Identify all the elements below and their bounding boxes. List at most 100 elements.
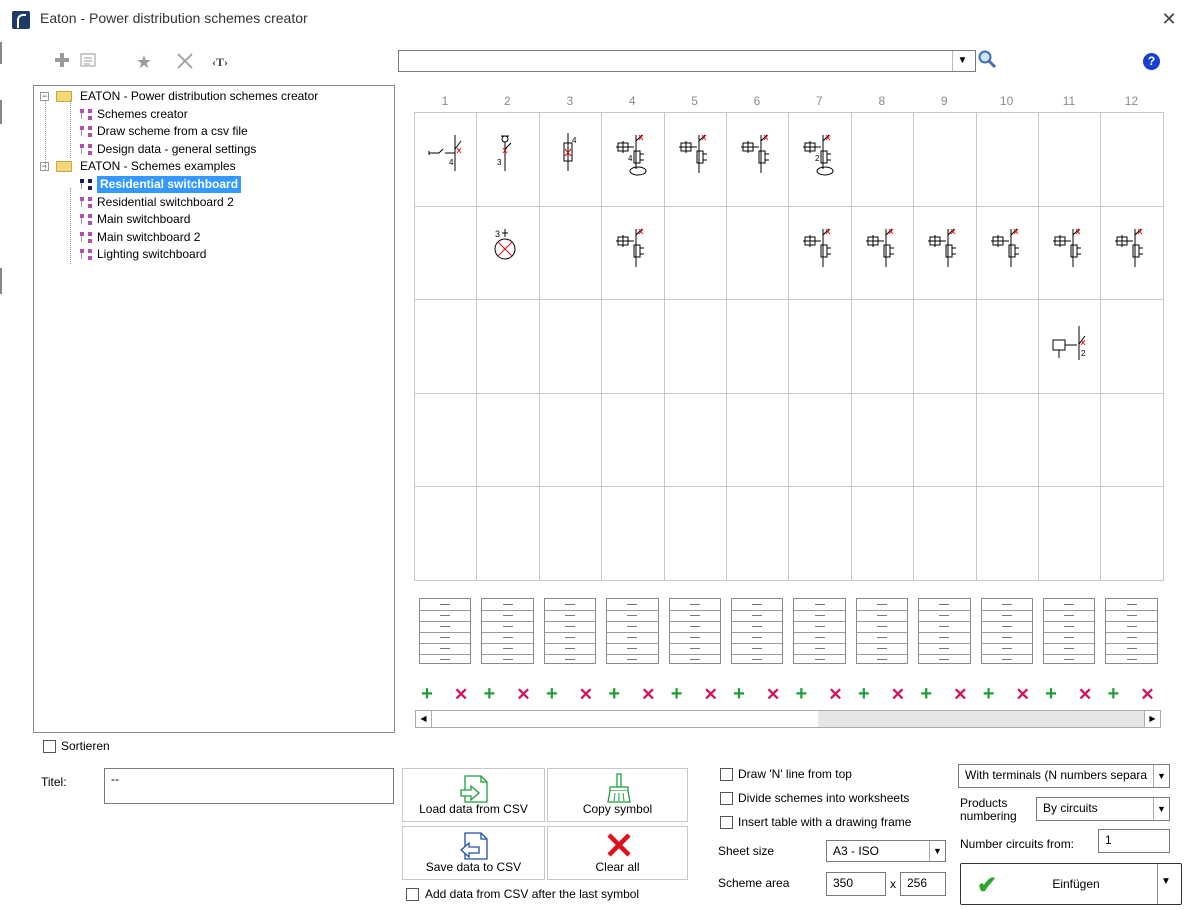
scheme-cell[interactable] (476, 486, 540, 581)
scheme-cell[interactable]: 4 (601, 112, 665, 207)
add-icon[interactable] (52, 53, 72, 71)
horizontal-scrollbar[interactable]: ◀ ▶ (415, 710, 1161, 728)
scheme-cell[interactable] (1038, 486, 1102, 581)
scheme-cell[interactable] (1100, 205, 1164, 300)
scheme-cell[interactable] (1100, 299, 1164, 394)
scheme-cell[interactable]: 2 (1038, 299, 1102, 394)
remove-column-icon[interactable]: ✕ (516, 686, 530, 703)
scheme-cell[interactable] (850, 299, 915, 394)
scheme-cell[interactable] (414, 299, 478, 394)
remove-column-icon[interactable]: ✕ (953, 686, 967, 703)
scheme-cell[interactable] (663, 112, 727, 207)
scheme-area-height-input[interactable]: 256 (900, 872, 946, 896)
slot-table[interactable] (1105, 598, 1158, 664)
add-column-icon[interactable]: + (732, 684, 746, 704)
add-column-icon[interactable]: + (420, 684, 434, 704)
scheme-cell[interactable] (663, 392, 727, 487)
scheme-cell[interactable] (788, 392, 852, 487)
add-column-icon[interactable]: + (919, 684, 933, 704)
scroll-left-icon[interactable]: ◀ (416, 711, 432, 727)
scheme-cell[interactable] (476, 299, 540, 394)
add-column-icon[interactable]: + (794, 684, 808, 704)
insert-table-checkbox[interactable] (720, 816, 733, 829)
slot-table[interactable] (731, 598, 784, 664)
scheme-cell[interactable] (601, 205, 665, 300)
slot-table[interactable] (918, 598, 971, 664)
add-column-icon[interactable]: + (982, 684, 996, 704)
scheme-cell[interactable] (975, 299, 1039, 394)
add-column-icon[interactable]: + (482, 684, 496, 704)
scheme-cell[interactable] (601, 299, 665, 394)
scheme-cell[interactable] (1100, 392, 1164, 487)
slot-table[interactable] (793, 598, 846, 664)
slot-table[interactable] (606, 598, 659, 664)
remove-column-icon[interactable]: ✕ (704, 686, 718, 703)
scheme-cell[interactable] (850, 205, 915, 300)
remove-column-icon[interactable]: ✕ (641, 686, 655, 703)
slot-table[interactable] (543, 598, 597, 664)
remove-column-icon[interactable]: ✕ (828, 686, 842, 703)
scheme-cell[interactable]: 4 (414, 112, 478, 207)
save-csv-button[interactable]: Save data to CSV (402, 826, 545, 880)
draw-n-line-checkbox[interactable] (720, 768, 733, 781)
close-icon[interactable]: ✕ (1158, 8, 1180, 30)
search-input[interactable] (398, 50, 976, 72)
add-after-last-checkbox[interactable] (406, 888, 419, 901)
scheme-cell[interactable] (726, 299, 790, 394)
scheme-cell[interactable] (663, 299, 727, 394)
load-csv-button[interactable]: Load data from CSV (402, 768, 545, 822)
remove-column-icon[interactable]: ✕ (579, 686, 593, 703)
scheme-area-width-input[interactable]: 350 (826, 872, 886, 896)
remove-column-icon[interactable]: ✕ (766, 686, 780, 703)
scheme-cell[interactable] (1038, 205, 1102, 300)
add-column-icon[interactable]: + (607, 684, 621, 704)
scheme-cell[interactable] (538, 392, 603, 487)
add-column-icon[interactable]: + (1106, 684, 1120, 704)
scheme-cell[interactable] (538, 486, 603, 581)
remove-column-icon[interactable]: ✕ (454, 686, 468, 703)
scheme-cell[interactable] (1038, 392, 1102, 487)
scheme-cell[interactable] (975, 112, 1039, 207)
scheme-cell[interactable] (913, 486, 977, 581)
remove-column-icon[interactable]: ✕ (1140, 686, 1154, 703)
scheme-cell[interactable]: 2 (788, 112, 852, 207)
scheme-cell[interactable] (726, 205, 790, 300)
number-from-input[interactable]: 1 (1098, 829, 1170, 853)
scheme-cell[interactable] (726, 392, 790, 487)
delete-icon[interactable] (175, 53, 195, 71)
scheme-cell[interactable] (538, 299, 603, 394)
slot-table[interactable] (855, 598, 909, 664)
scheme-cell[interactable] (850, 392, 915, 487)
scheme-cell[interactable] (1100, 112, 1164, 207)
slot-table[interactable] (668, 598, 721, 664)
add-column-icon[interactable]: + (545, 684, 559, 704)
scheme-cell[interactable]: 3 (476, 205, 540, 300)
scheme-cell[interactable]: 3 (476, 112, 540, 207)
slot-table[interactable] (980, 598, 1033, 664)
add-column-icon[interactable]: + (1044, 684, 1058, 704)
scheme-cell[interactable] (726, 486, 790, 581)
remove-column-icon[interactable]: ✕ (1016, 686, 1030, 703)
scheme-cell[interactable] (476, 392, 540, 487)
remove-column-icon[interactable]: ✕ (1078, 686, 1092, 703)
scheme-cell[interactable] (975, 486, 1039, 581)
sort-checkbox[interactable] (43, 740, 56, 753)
scheme-cell[interactable] (913, 392, 977, 487)
scheme-cell[interactable] (850, 112, 915, 207)
star-icon[interactable]: ★ (134, 53, 154, 71)
scheme-cell[interactable] (414, 486, 478, 581)
scheme-cell[interactable] (1038, 112, 1102, 207)
add-column-icon[interactable]: + (857, 684, 871, 704)
scheme-cell[interactable] (663, 486, 727, 581)
scheme-cell[interactable] (850, 486, 915, 581)
add-column-icon[interactable]: + (670, 684, 684, 704)
scheme-cell[interactable] (913, 299, 977, 394)
terminals-select[interactable]: With terminals (N numbers separa ▼ (958, 764, 1170, 788)
scheme-cell[interactable] (788, 486, 852, 581)
scheme-cell[interactable] (975, 205, 1039, 300)
scheme-cell[interactable] (913, 205, 977, 300)
scheme-cell[interactable] (913, 112, 977, 207)
scheme-cell[interactable] (726, 112, 790, 207)
remove-column-icon[interactable]: ✕ (891, 686, 905, 703)
scroll-right-icon[interactable]: ▶ (1144, 711, 1160, 727)
